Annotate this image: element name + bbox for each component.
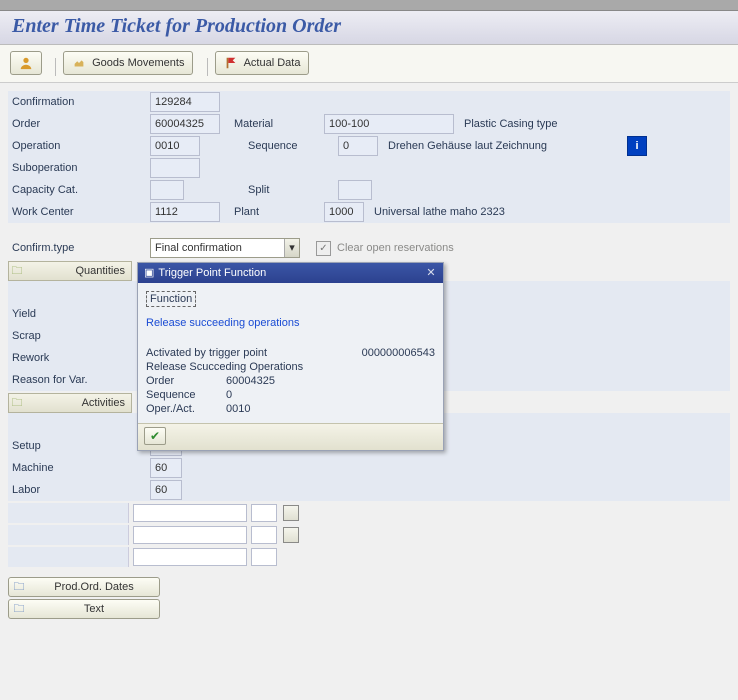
folder-icon: 🗀 xyxy=(9,262,25,281)
activated-value: 000000006543 xyxy=(267,347,435,359)
setup-label: Setup xyxy=(8,435,142,457)
popup-ok-button[interactable]: ✔ xyxy=(144,427,166,445)
check-icon: ✔ xyxy=(150,429,160,443)
sequence-label: Sequence xyxy=(248,140,338,152)
actual-data-button[interactable]: Actual Data xyxy=(215,51,310,75)
confirm-type-value: Final confirmation xyxy=(155,242,242,254)
clear-reservations-label: Clear open reservations xyxy=(337,242,454,254)
split-label: Split xyxy=(248,184,338,196)
folder-icon: 🗀 xyxy=(9,600,29,619)
popup-titlebar[interactable]: ▣ Trigger Point Function ✕ xyxy=(138,263,443,283)
popup-sequence-label: Sequence xyxy=(146,389,226,401)
trigger-point-popup: ▣ Trigger Point Function ✕ Function Rele… xyxy=(137,262,444,451)
close-icon[interactable]: ✕ xyxy=(425,265,437,281)
reason-label: Reason for Var. xyxy=(8,369,142,391)
extra-input-2b[interactable] xyxy=(251,526,277,544)
popup-sequence-value: 0 xyxy=(226,389,435,401)
capacity-label: Capacity Cat. xyxy=(8,179,142,201)
folder-icon: 🗀 xyxy=(9,578,29,597)
popup-oper-value: 0010 xyxy=(226,403,435,415)
suboperation-label: Suboperation xyxy=(8,157,142,179)
split-value[interactable] xyxy=(338,180,372,200)
popup-title-text: Trigger Point Function xyxy=(158,265,425,281)
page-title: Enter Time Ticket for Production Order xyxy=(12,15,341,37)
extra-input-3b[interactable] xyxy=(251,548,277,566)
user-icon xyxy=(19,56,33,70)
prod-ord-dates-button[interactable]: 🗀 Prod.Ord. Dates xyxy=(8,577,160,597)
material-label: Material xyxy=(234,118,324,130)
popup-oper-label: Oper./Act. xyxy=(146,403,226,415)
clear-reservations-checkbox[interactable]: ✓ xyxy=(316,241,331,256)
flag-icon xyxy=(224,56,238,70)
popup-function-label: Function xyxy=(146,291,196,307)
sequence-value[interactable]: 0 xyxy=(338,136,378,156)
material-value[interactable]: 100-100 xyxy=(324,114,454,134)
confirm-type-dropdown[interactable]: Final confirmation ▾ xyxy=(150,238,300,258)
folder-icon: 🗀 xyxy=(9,394,25,413)
suboperation-value[interactable] xyxy=(150,158,200,178)
confirmation-label: Confirmation xyxy=(8,91,142,113)
rework-label: Rework xyxy=(8,347,142,369)
user-settings-button[interactable] xyxy=(10,51,42,75)
extra-input-1b[interactable] xyxy=(251,504,277,522)
extra-input-3a[interactable] xyxy=(133,548,247,566)
machine-label: Machine xyxy=(8,457,142,479)
extra-input-2a[interactable] xyxy=(133,526,247,544)
operation-text: Drehen Gehäuse laut Zeichnung xyxy=(388,140,547,152)
confirmation-value[interactable]: 129284 xyxy=(150,92,220,112)
plant-value[interactable]: 1000 xyxy=(324,202,364,222)
goods-movements-button[interactable]: Goods Movements xyxy=(63,51,193,75)
tab-quantities-label: Quantities xyxy=(25,265,131,277)
text-button[interactable]: 🗀 Text xyxy=(8,599,160,619)
plant-text: Universal lathe maho 2323 xyxy=(374,206,505,218)
tab-quantities[interactable]: 🗀 Quantities xyxy=(8,261,132,281)
machine-value[interactable]: 60 xyxy=(150,458,182,478)
goods-movements-label: Goods Movements xyxy=(92,57,184,69)
workcenter-label: Work Center xyxy=(8,201,142,223)
hand-icon xyxy=(72,56,86,70)
extra-checkbox-2[interactable] xyxy=(283,527,299,543)
popup-desc: Release Scucceding Operations xyxy=(146,361,303,373)
info-button[interactable]: i xyxy=(627,136,647,156)
plant-label: Plant xyxy=(234,206,324,218)
tab-activities[interactable]: 🗀 Activities xyxy=(8,393,132,413)
order-label: Order xyxy=(8,113,142,135)
confirm-type-label: Confirm.type xyxy=(8,237,142,259)
extra-input-1a[interactable] xyxy=(133,504,247,522)
operation-label: Operation xyxy=(8,135,142,157)
workcenter-value[interactable]: 1112 xyxy=(150,202,220,222)
popup-order-label: Order xyxy=(146,375,226,387)
labor-value[interactable]: 60 xyxy=(150,480,182,500)
labor-label: Labor xyxy=(8,479,142,501)
text-label: Text xyxy=(29,603,159,615)
activated-label: Activated by trigger point xyxy=(146,347,267,359)
prod-ord-dates-label: Prod.Ord. Dates xyxy=(29,581,159,593)
extra-checkbox-1[interactable] xyxy=(283,505,299,521)
material-text: Plastic Casing type xyxy=(464,118,558,130)
release-link[interactable]: Release succeeding operations xyxy=(146,317,435,329)
yield-label: Yield xyxy=(8,303,142,325)
capacity-value[interactable] xyxy=(150,180,184,200)
scrap-label: Scrap xyxy=(8,325,142,347)
tab-activities-label: Activities xyxy=(25,397,131,409)
operation-value[interactable]: 0010 xyxy=(150,136,200,156)
popup-order-value: 60004325 xyxy=(226,375,435,387)
actual-data-label: Actual Data xyxy=(244,57,301,69)
chevron-down-icon: ▾ xyxy=(284,239,299,257)
window-icon: ▣ xyxy=(144,265,154,281)
app-toolbar: Goods Movements Actual Data xyxy=(0,45,738,83)
order-value[interactable]: 60004325 xyxy=(150,114,220,134)
